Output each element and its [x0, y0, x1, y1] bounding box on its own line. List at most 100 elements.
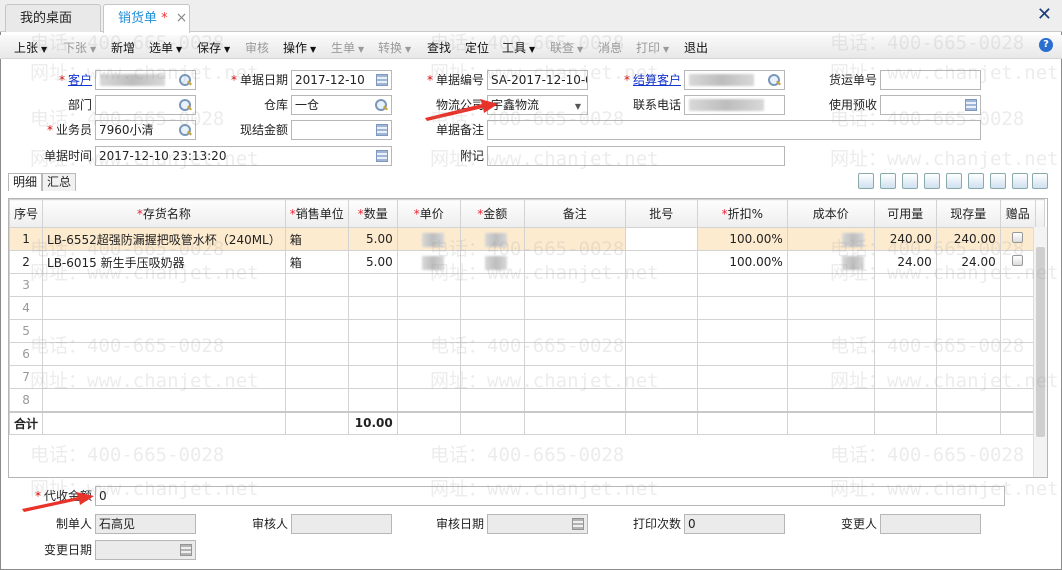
empty-cell[interactable] [459, 273, 525, 297]
paste-row-icon[interactable] [880, 173, 896, 189]
toolbar-button-0[interactable]: 上张 ▼ [14, 39, 47, 56]
column-header[interactable]: 成本价 [786, 199, 875, 228]
tab-desktop[interactable]: 我的桌面 [5, 4, 101, 32]
column-settings-icon[interactable] [990, 173, 1006, 189]
save-layout-icon[interactable] [1032, 173, 1048, 189]
empty-cell[interactable] [42, 319, 286, 343]
empty-cell[interactable] [786, 296, 875, 320]
empty-cell[interactable] [42, 342, 286, 366]
empty-cell[interactable] [347, 296, 398, 320]
cell-discount[interactable]: 100.00% [696, 227, 788, 251]
doc-time-input[interactable]: 2017-12-10 23:13:20 [95, 146, 392, 166]
cell-no[interactable]: 1 [8, 227, 44, 251]
column-header[interactable]: *数量 [347, 199, 398, 228]
empty-row[interactable]: 8 [8, 388, 1045, 412]
empty-cell[interactable]: 7 [8, 365, 44, 389]
column-header[interactable]: *折扣% [696, 199, 788, 228]
empty-cell[interactable] [935, 319, 1001, 343]
toolbar-button-10[interactable]: 定位 [465, 39, 489, 56]
empty-row[interactable]: 5 [8, 319, 1045, 343]
empty-cell[interactable] [696, 273, 788, 297]
toolbar-button-7[interactable]: 生单 ▼ [331, 39, 364, 56]
empty-cell[interactable] [624, 342, 698, 366]
empty-row[interactable]: 7 [8, 365, 1045, 389]
gift-checkbox-cell[interactable] [999, 227, 1036, 251]
preview-icon[interactable] [968, 173, 984, 189]
empty-cell[interactable] [935, 296, 1001, 320]
empty-cell[interactable] [873, 365, 937, 389]
note-input[interactable] [487, 146, 785, 166]
toolbar-button-1[interactable]: 下张 ▼ [63, 39, 96, 56]
empty-cell[interactable]: 6 [8, 342, 44, 366]
collect-amount-input[interactable]: 0 [95, 486, 1005, 506]
empty-cell[interactable] [696, 342, 788, 366]
search-icon[interactable] [178, 73, 192, 87]
column-header[interactable]: 批号 [624, 199, 698, 228]
search-icon[interactable] [767, 73, 781, 87]
empty-cell[interactable] [786, 273, 875, 297]
empty-cell[interactable] [624, 319, 698, 343]
empty-cell[interactable] [347, 273, 398, 297]
toolbar-button-3[interactable]: 选单 ▼ [149, 39, 182, 56]
use-prepay-input[interactable] [880, 95, 981, 115]
empty-cell[interactable] [935, 273, 1001, 297]
calculator-icon[interactable] [965, 99, 977, 111]
tab-detail[interactable]: 明细 [8, 173, 42, 191]
empty-cell[interactable] [523, 365, 626, 389]
empty-cell[interactable] [284, 273, 349, 297]
empty-cell[interactable] [999, 342, 1036, 366]
empty-cell[interactable]: 3 [8, 273, 44, 297]
empty-cell[interactable] [935, 365, 1001, 389]
column-header[interactable]: 现存量 [935, 199, 1001, 228]
calculator-icon[interactable] [376, 124, 388, 136]
cell-batch[interactable] [624, 227, 698, 251]
cell-available[interactable]: 240.00 [873, 227, 937, 251]
close-tab-icon[interactable]: × [176, 10, 188, 26]
find-icon[interactable] [946, 173, 962, 189]
cell-price[interactable] [396, 250, 461, 274]
empty-cell[interactable] [284, 388, 349, 412]
empty-cell[interactable] [624, 296, 698, 320]
department-input[interactable] [95, 95, 196, 115]
empty-cell[interactable] [459, 342, 525, 366]
tab-sales-order[interactable]: 销货单 * × [103, 4, 190, 33]
column-header[interactable]: 赠品 [999, 199, 1036, 228]
gift-checkbox[interactable] [1012, 255, 1024, 266]
toolbar-button-5[interactable]: 审核 [245, 39, 269, 56]
toolbar-button-4[interactable]: 保存 ▼ [197, 39, 230, 56]
search-icon[interactable] [374, 98, 388, 112]
cell-name[interactable]: LB-6015 新生手压吸奶器 [42, 250, 286, 274]
cell-amount[interactable] [459, 227, 525, 251]
settle-customer-input[interactable] [684, 70, 785, 90]
empty-row[interactable]: 3 [8, 273, 1045, 297]
column-header[interactable]: *金额 [459, 199, 525, 228]
cell-stock[interactable]: 24.00 [935, 250, 1001, 274]
empty-cell[interactable] [786, 388, 875, 412]
doc-no-input[interactable]: SA-2017-12-10-0... [487, 70, 588, 90]
toolbar-button-15[interactable]: 退出 [684, 39, 708, 56]
empty-cell[interactable] [696, 319, 788, 343]
scrollbar-thumb[interactable] [1036, 247, 1045, 437]
empty-cell[interactable] [873, 388, 937, 412]
empty-cell[interactable] [347, 388, 398, 412]
cell-remark[interactable] [523, 250, 626, 274]
empty-cell[interactable] [459, 319, 525, 343]
export-excel-icon[interactable] [902, 173, 918, 189]
doc-date-input[interactable]: 2017-12-10 [291, 70, 392, 90]
empty-cell[interactable] [459, 388, 525, 412]
shipping-no-input[interactable] [880, 70, 981, 90]
search-icon[interactable] [178, 123, 192, 137]
table-row[interactable]: 1 LB-6552超强防漏握把吸管水杯（240ML）箱 5.00 100.00% 240… [8, 227, 1045, 251]
gift-checkbox-cell[interactable] [999, 250, 1036, 274]
column-header[interactable]: 可用量 [873, 199, 937, 228]
empty-cell[interactable] [999, 319, 1036, 343]
empty-cell[interactable] [459, 365, 525, 389]
empty-cell[interactable] [396, 365, 461, 389]
empty-cell[interactable] [396, 342, 461, 366]
toolbar-button-11[interactable]: 工具 ▼ [502, 39, 535, 56]
empty-cell[interactable] [523, 296, 626, 320]
cell-amount[interactable] [459, 250, 525, 274]
warehouse-input[interactable]: 一仓 [291, 95, 392, 115]
chart-icon[interactable] [1012, 173, 1028, 189]
empty-cell[interactable]: 8 [8, 388, 44, 412]
